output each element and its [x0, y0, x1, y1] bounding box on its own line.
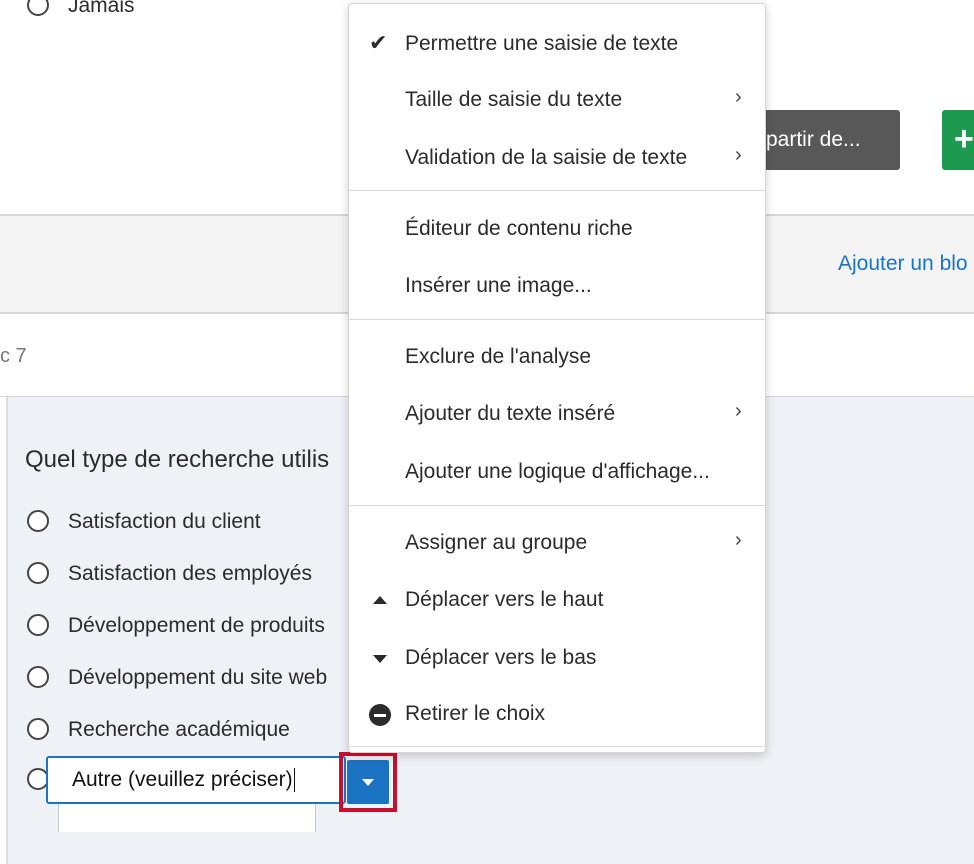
minus-circle-icon: [369, 704, 391, 726]
radio-button[interactable]: [27, 510, 49, 532]
menu-item-label: Permettre une saisie de texte: [405, 32, 679, 55]
menu-item-label: Exclure de l'analyse: [405, 345, 592, 368]
add-block-link[interactable]: Ajouter un blo: [838, 252, 968, 276]
menu-separator: [349, 746, 765, 747]
text-cursor: [293, 768, 295, 793]
other-choice-text: Autre (veuillez préciser): [72, 768, 293, 791]
choice-context-menu: ✔ Permettre une saisie de texte Taille d…: [348, 3, 766, 753]
chevron-right-icon: ›: [735, 86, 742, 108]
radio-button[interactable]: [27, 614, 49, 636]
menu-item-move-up[interactable]: Déplacer vers le haut: [349, 576, 765, 624]
choice-label[interactable]: Recherche académique: [68, 718, 290, 742]
menu-separator: [349, 319, 765, 320]
radio-button[interactable]: [27, 718, 49, 740]
menu-item-label: Ajouter du texte inséré: [405, 402, 616, 425]
menu-item-add-display-logic[interactable]: Ajouter une logique d'affichage...: [349, 448, 765, 496]
other-choice-edit-field[interactable]: Autre (veuillez préciser): [46, 756, 346, 804]
menu-item-text-entry-validation[interactable]: Validation de la saisie de texte ›: [349, 134, 765, 182]
choice-label[interactable]: Développement du site web: [68, 666, 327, 690]
menu-item-remove-choice[interactable]: Retirer le choix: [349, 690, 765, 738]
highlight-outline: [339, 752, 397, 812]
menu-item-label: Validation de la saisie de texte: [405, 146, 688, 169]
choice-label[interactable]: Satisfaction des employés: [68, 562, 312, 586]
menu-item-label: Déplacer vers le bas: [405, 646, 597, 669]
radio-button[interactable]: [27, 562, 49, 584]
menu-item-label: Retirer le choix: [405, 702, 546, 725]
menu-item-rich-content-editor[interactable]: Éditeur de contenu riche: [349, 205, 765, 253]
add-question-button[interactable]: +: [942, 110, 974, 170]
chevron-right-icon: ›: [735, 144, 742, 166]
menu-item-exclude-from-analysis[interactable]: Exclure de l'analyse: [349, 333, 765, 381]
menu-item-label: Taille de saisie du texte: [405, 88, 623, 111]
choice-label[interactable]: Satisfaction du client: [68, 510, 261, 534]
block-title: c 7: [0, 345, 27, 367]
menu-item-add-piped-text[interactable]: Ajouter du texte inséré ›: [349, 390, 765, 438]
menu-item-allow-text-entry[interactable]: ✔ Permettre une saisie de texte: [349, 20, 765, 68]
menu-item-text-entry-size[interactable]: Taille de saisie du texte ›: [349, 76, 765, 124]
choice-label-jamais: Jamais: [68, 0, 135, 17]
other-text-entry-box[interactable]: [58, 804, 316, 832]
chevron-right-icon: ›: [735, 529, 742, 551]
menu-item-label: Insérer une image...: [405, 274, 592, 297]
triangle-up-icon: [373, 596, 387, 604]
radio-button[interactable]: [27, 666, 49, 688]
question-text[interactable]: Quel type de recherche utilis: [25, 446, 329, 474]
menu-item-assign-to-group[interactable]: Assigner au groupe ›: [349, 519, 765, 567]
menu-item-label: Assigner au groupe: [405, 531, 588, 554]
choice-label[interactable]: Développement de produits: [68, 614, 325, 638]
menu-separator: [349, 505, 765, 506]
menu-item-label: Éditeur de contenu riche: [405, 217, 633, 240]
chevron-right-icon: ›: [735, 400, 742, 422]
triangle-down-icon: [373, 655, 387, 663]
menu-separator: [349, 190, 765, 191]
menu-item-move-down[interactable]: Déplacer vers le bas: [349, 634, 765, 682]
menu-item-label: Déplacer vers le haut: [405, 588, 604, 611]
check-icon: ✔: [369, 30, 388, 55]
menu-item-label: Ajouter une logique d'affichage...: [405, 460, 710, 483]
menu-item-insert-image[interactable]: Insérer une image...: [349, 262, 765, 310]
